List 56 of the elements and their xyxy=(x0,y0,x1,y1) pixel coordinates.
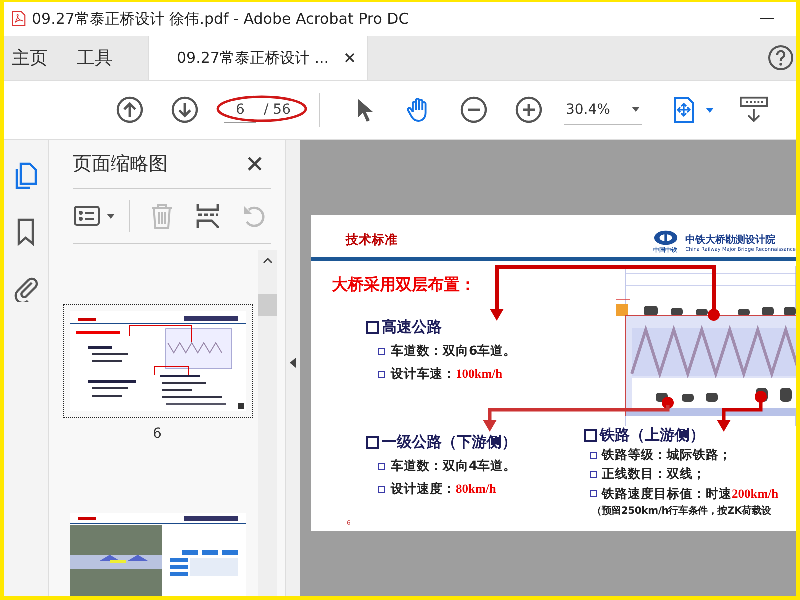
bullet-icon xyxy=(590,490,597,498)
page-number-field[interactable]: 6 xyxy=(224,98,256,122)
zoom-out-icon[interactable] xyxy=(460,96,488,124)
spec-note: （预留250km/h行车条件，按ZK荷载设 xyxy=(591,504,772,518)
caret-icon[interactable] xyxy=(706,108,714,112)
spec-text: 设计速度：80km/h xyxy=(391,481,496,498)
scroll-up-icon[interactable] xyxy=(262,258,272,264)
bullet-icon xyxy=(378,463,385,470)
caret-icon[interactable] xyxy=(107,214,115,218)
spec-text: 正线数目：双线； xyxy=(602,466,706,482)
pdf-file-icon xyxy=(12,11,26,27)
panel-title: 页面缩略图 xyxy=(73,152,168,177)
close-icon[interactable] xyxy=(345,53,356,63)
previous-page-icon[interactable] xyxy=(116,96,144,124)
nav-tab[interactable]: 主页 xyxy=(4,36,63,80)
section-heading: 一级公路（下游侧） xyxy=(382,433,517,452)
bullet-icon xyxy=(378,371,385,378)
caret-icon xyxy=(632,107,640,112)
slide-headline: 大桥采用双层布置： xyxy=(332,275,476,296)
bullet-icon xyxy=(590,470,597,478)
document-tab[interactable]: 09.27常泰正桥设计 ... xyxy=(148,36,368,80)
minimize-icon[interactable] xyxy=(760,18,774,20)
section-heading: 铁路（上游侧） xyxy=(600,426,705,444)
read-mode-icon[interactable] xyxy=(739,96,770,124)
window-title: 09.27常泰正桥设计 徐伟.pdf - Adobe Acrobat Pro DC xyxy=(32,10,410,28)
zoom-dropdown[interactable]: 30.4% xyxy=(564,96,642,124)
spec-text: 车道数：双向6车道。 xyxy=(391,343,517,360)
logo-icon xyxy=(652,230,680,246)
page-thumbnail[interactable] xyxy=(62,304,252,418)
spec-text: 铁路速度目标值：时速200km/h xyxy=(602,486,779,502)
organization-name: 中铁大桥勘测设计院 xyxy=(686,234,777,246)
tab-label: 09.27常泰正桥设计 ... xyxy=(177,48,330,68)
scrollbar[interactable] xyxy=(258,250,277,596)
spec-text: 设计车速：100km/h xyxy=(391,366,503,383)
nav-tab[interactable]: 工具 xyxy=(69,36,128,80)
spec-text: 铁路等级：城际铁路； xyxy=(602,447,732,464)
checkbox-bullet-icon xyxy=(366,436,379,449)
connector-arrow xyxy=(717,391,767,432)
slide-header: 技术标准 xyxy=(346,232,398,249)
page-count: / 56 xyxy=(264,102,291,118)
bullet-icon xyxy=(378,486,385,493)
next-page-icon[interactable] xyxy=(171,96,199,124)
collapse-arrow-icon[interactable] xyxy=(290,358,296,368)
insert-page-icon[interactable] xyxy=(194,202,222,230)
scroll-thumb[interactable] xyxy=(258,294,277,316)
zoom-in-icon[interactable] xyxy=(514,96,543,124)
checkbox-bullet-icon xyxy=(366,321,379,334)
bullet-icon xyxy=(590,452,597,459)
spec-text: 车道数：双向4车道。 xyxy=(391,458,517,475)
pages-icon[interactable] xyxy=(13,162,39,190)
bullet-icon xyxy=(378,348,385,355)
page-label: 6 xyxy=(153,426,162,442)
checkbox-bullet-icon xyxy=(584,428,597,442)
section-heading: 高速公路 xyxy=(382,318,442,337)
help-icon[interactable] xyxy=(768,45,794,71)
close-icon[interactable] xyxy=(247,156,263,172)
